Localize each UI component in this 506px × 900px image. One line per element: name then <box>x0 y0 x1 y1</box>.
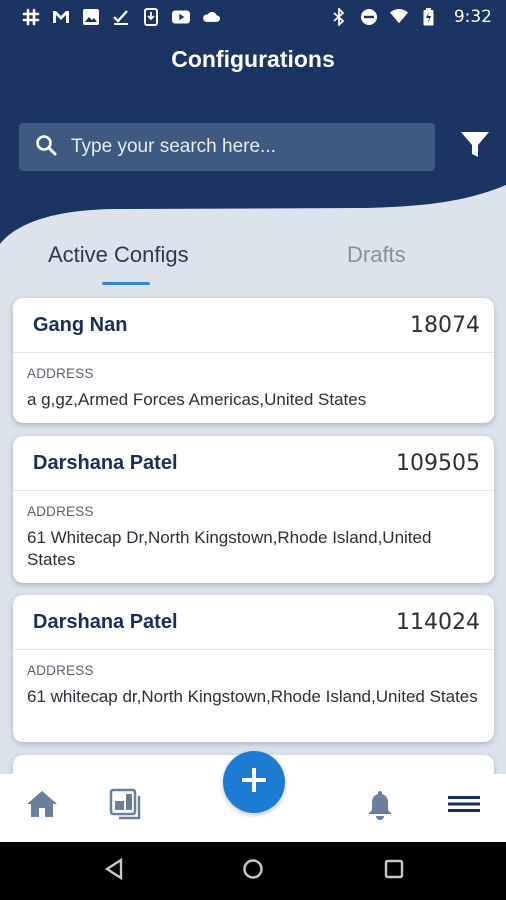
config-name: Darshana Patel <box>33 451 178 474</box>
config-id: 109505 <box>396 450 480 476</box>
filter-icon <box>459 129 491 166</box>
address-label: ADDRESS <box>27 504 94 519</box>
config-card[interactable]: Gang Nan 18074 ADDRESS a g,gz,Armed Forc… <box>13 298 494 423</box>
page-title: Configurations <box>171 46 335 72</box>
recents-icon <box>384 859 404 884</box>
add-config-button[interactable] <box>223 751 285 813</box>
tab-drafts[interactable]: Drafts <box>347 242 406 268</box>
address-label: ADDRESS <box>27 366 94 381</box>
home-circle-icon <box>242 858 264 885</box>
search-bar[interactable] <box>19 123 435 171</box>
address-value: 61 Whitecap Dr,North Kingstown,Rhode Isl… <box>27 528 432 569</box>
system-navigation-bar <box>0 842 506 900</box>
notifications-icon <box>366 788 394 825</box>
status-bar: 9:32 <box>0 0 506 34</box>
config-card[interactable]: Darshana Patel 114024 ADDRESS 61 whiteca… <box>13 595 494 742</box>
phone-download-icon <box>142 8 160 26</box>
youtube-icon <box>172 8 190 26</box>
recents-button[interactable] <box>381 858 407 884</box>
active-tab-indicator <box>102 282 150 285</box>
gmail-icon <box>52 8 70 26</box>
battery-icon <box>420 8 438 26</box>
search-icon <box>35 134 57 161</box>
config-id: 114024 <box>396 609 480 635</box>
home-system-button[interactable] <box>240 858 266 884</box>
menu-button[interactable] <box>444 786 484 826</box>
menu-icon <box>447 794 481 819</box>
config-id: 18074 <box>410 312 480 338</box>
address-label: ADDRESS <box>27 663 94 678</box>
status-time: 9:32 <box>453 7 492 27</box>
notifications-button[interactable] <box>360 786 400 826</box>
config-name: Darshana Patel <box>33 610 178 633</box>
address-value: 61 whitecap dr,North Kingstown,Rhode Isl… <box>27 687 478 706</box>
slack-icon <box>22 8 40 26</box>
bluetooth-icon <box>330 8 348 26</box>
checkmark-icon <box>112 8 130 26</box>
tab-active-configs[interactable]: Active Configs <box>48 242 189 268</box>
dashboard-button[interactable] <box>106 786 146 826</box>
do-not-disturb-icon <box>360 8 378 26</box>
cloud-icon <box>202 8 220 26</box>
home-icon <box>25 789 59 824</box>
filter-button[interactable] <box>456 128 494 166</box>
address-value: a g,gz,Armed Forces Americas,United Stat… <box>27 390 367 409</box>
config-card[interactable]: Darshana Patel 109505 ADDRESS 61 Whiteca… <box>13 436 494 583</box>
back-button[interactable] <box>101 857 127 885</box>
config-name: Gang Nan <box>33 313 128 336</box>
home-button[interactable] <box>22 786 62 826</box>
add-icon <box>241 767 267 798</box>
config-tabs: Active Configs Drafts <box>0 230 506 290</box>
wifi-icon <box>389 8 408 26</box>
search-input[interactable] <box>71 136 391 158</box>
image-icon <box>82 8 100 26</box>
back-icon <box>104 857 124 885</box>
dashboard-icon <box>109 788 143 825</box>
